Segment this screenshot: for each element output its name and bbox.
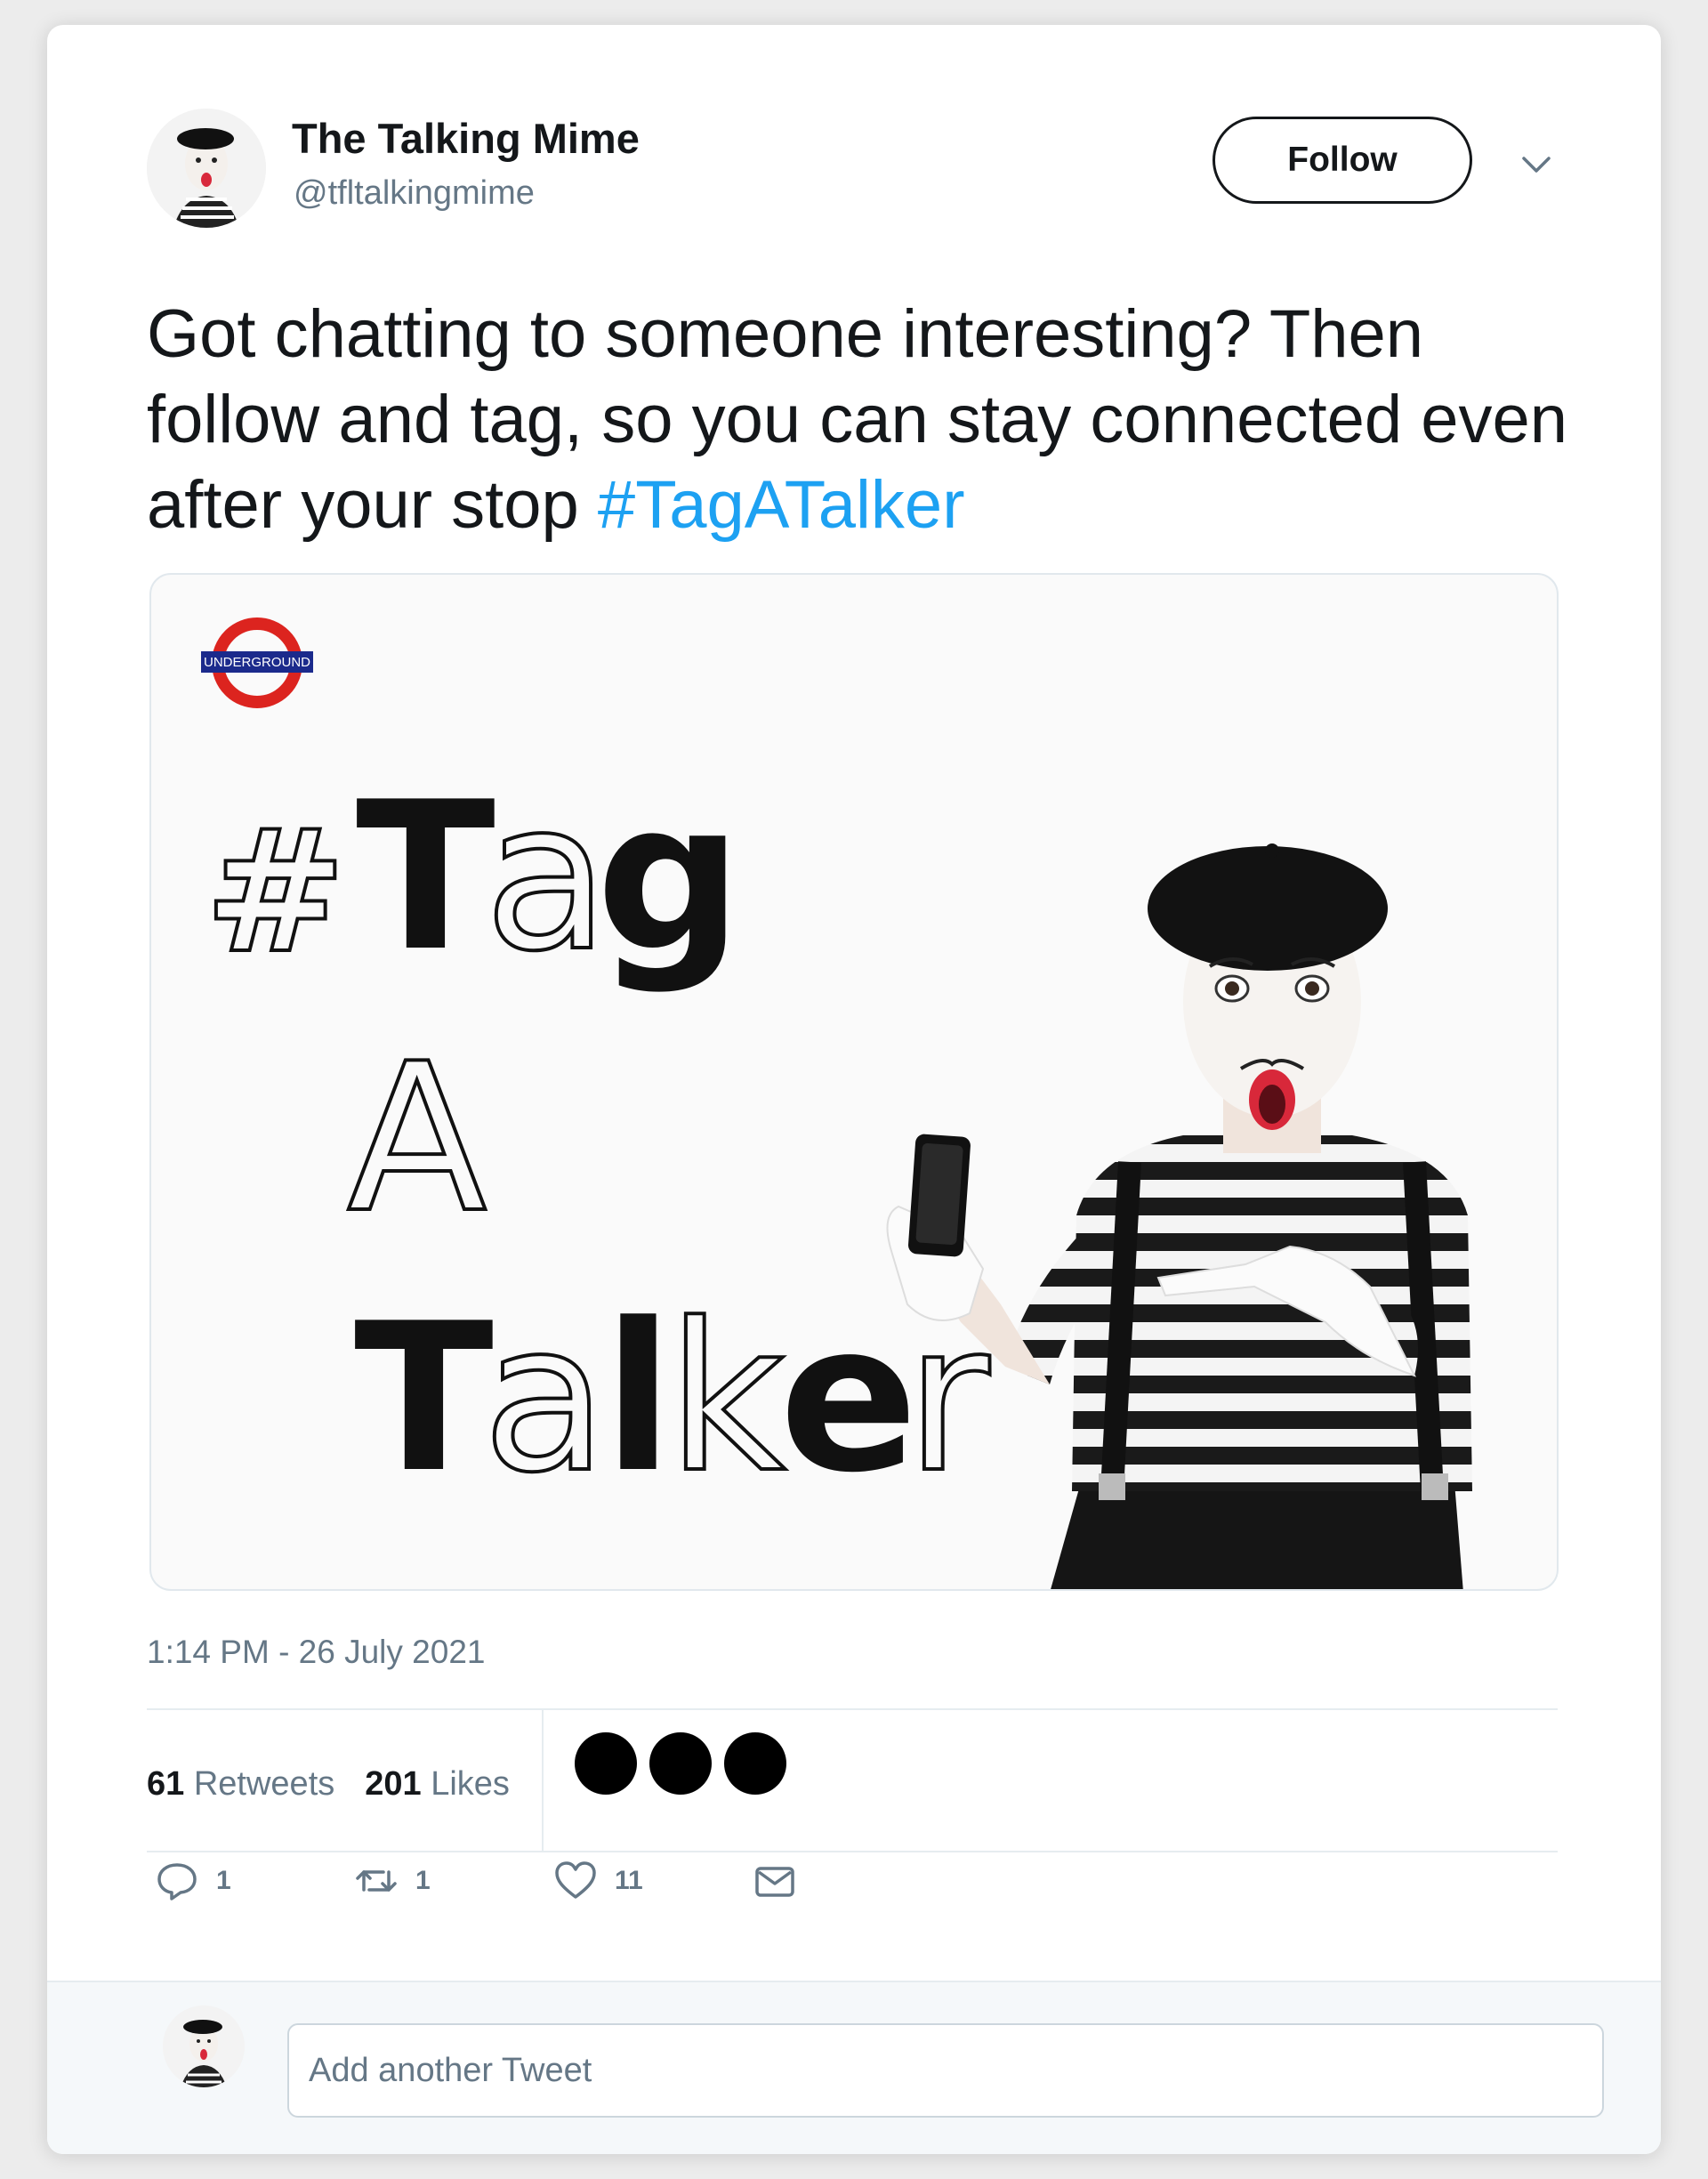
retweet-action[interactable]: 1 [353,1858,431,1904]
author-handle[interactable]: @tfltalkingmime [294,174,535,213]
underground-logo-text: UNDERGROUND [201,651,313,673]
stats-divider [542,1708,544,1851]
tweet-timestamp[interactable]: 1:14 PM - 26 July 2021 [147,1634,486,1671]
chevron-down-icon[interactable] [1517,144,1556,183]
reply-count: 1 [216,1866,231,1895]
tweet-card: The Talking Mime @tfltalkingmime Follow … [47,25,1661,2154]
current-user-avatar[interactable] [163,2005,245,2087]
retweets-count: 61 [147,1764,185,1803]
promo-talker-k: k [665,1280,787,1518]
reply-icon[interactable] [154,1858,200,1904]
liker-avatar[interactable] [649,1732,712,1795]
likes-count: 201 [365,1764,422,1803]
underground-logo: UNDERGROUND [199,616,315,708]
like-count: 11 [615,1866,643,1895]
liker-avatar[interactable] [575,1732,637,1795]
likes-label: Likes [431,1764,510,1803]
divider [147,1851,1558,1852]
divider [147,1708,1558,1710]
promo-a: A [345,1021,488,1258]
promo-talker-T: T [354,1280,494,1518]
likes-stat[interactable]: 201 Likes [365,1765,510,1804]
tweet-media-image[interactable]: UNDERGROUND # T a g A T a l k e r [149,573,1559,1591]
promo-tag-g: g [596,759,743,997]
tweet-text: Got chatting to someone interesting? The… [147,292,1606,548]
retweets-label: Retweets [193,1764,335,1803]
retweet-icon[interactable] [353,1858,399,1904]
mime-illustration [886,843,1472,1589]
promo-talker-a: a [480,1280,609,1518]
promo-talker-l: l [603,1280,673,1518]
liker-avatar[interactable] [724,1732,786,1795]
like-action[interactable]: 11 [552,1858,643,1904]
promo-tag-a: a [482,759,611,997]
message-action[interactable] [752,1858,798,1904]
envelope-icon[interactable] [752,1858,798,1904]
liker-avatars[interactable] [575,1732,786,1795]
promo-tag-T: T [356,759,495,997]
retweets-stat[interactable]: 61 Retweets [147,1765,334,1804]
retweet-count: 1 [415,1866,431,1895]
hashtag-link[interactable]: #TagATalker [598,467,965,543]
reply-input[interactable] [287,2023,1604,2118]
tweet-stats: 61 Retweets 201 Likes [147,1744,510,1824]
reply-action[interactable]: 1 [154,1858,231,1904]
promo-hash: # [203,794,348,990]
follow-button[interactable]: Follow [1213,117,1472,204]
author-avatar[interactable] [147,109,266,228]
heart-icon[interactable] [552,1858,599,1904]
author-name[interactable]: The Talking Mime [292,114,640,163]
